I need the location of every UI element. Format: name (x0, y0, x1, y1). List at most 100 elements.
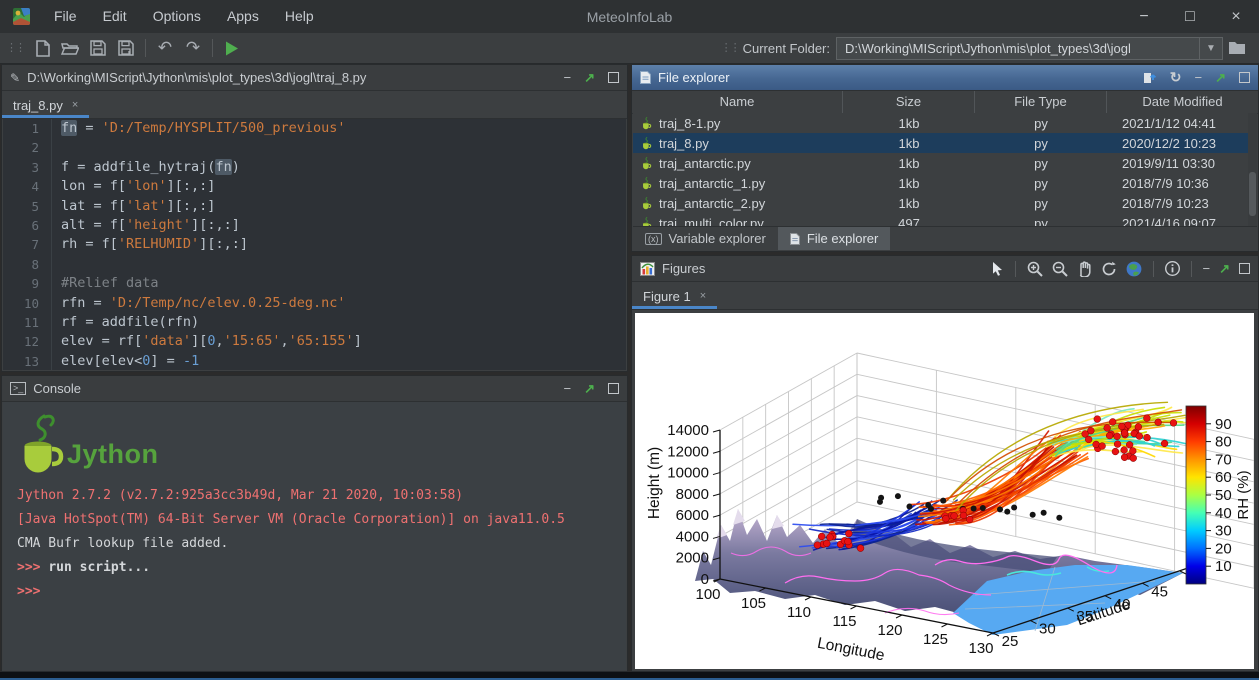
line-number: 6 (3, 216, 52, 235)
code-line[interactable]: 7rh = f['RELHUMID'][:,:] (3, 235, 626, 254)
figures-restore-icon[interactable]: ↗ (1219, 262, 1230, 275)
code-line[interactable]: 1fn = 'D:/Temp/HYSPLIT/500_previous' (3, 119, 626, 138)
zoom-out-icon[interactable] (1052, 261, 1068, 277)
code-line[interactable]: 8 (3, 255, 626, 274)
console-output[interactable]: Jython Jython 2.7.2 (v2.7.2:925a3cc3b49d… (3, 402, 626, 670)
main-toolbar: ⋮⋮ ↶ ↷ ⋮⋮ Current Folder: D:\Working\MIS… (0, 33, 1259, 64)
export-script-icon[interactable] (1143, 71, 1157, 85)
column-header-filetype[interactable]: File Type (974, 91, 1106, 113)
file-explorer-header: File explorer ↻ − ↗ (632, 65, 1258, 91)
code-line[interactable]: 3f = addfile_hytraj(fn) (3, 158, 626, 177)
rotate-icon[interactable] (1101, 261, 1117, 277)
window-minimize-button[interactable]: − (1121, 0, 1167, 33)
code-line[interactable]: 11rf = addfile(rfn) (3, 313, 626, 332)
panel-splitter[interactable] (628, 64, 631, 672)
code-line[interactable]: 10rfn = 'D:/Temp/nc/elev.0.25-deg.nc' (3, 294, 626, 313)
pan-hand-icon[interactable] (1077, 261, 1092, 277)
svg-text:RH (%): RH (%) (1235, 470, 1252, 519)
current-folder-path[interactable]: D:\Working\MIScript\Jython\mis\plot_type… (837, 41, 1199, 56)
line-number: 4 (3, 177, 52, 196)
svg-text:Longitude: Longitude (816, 635, 886, 665)
tab-variable-explorer[interactable]: (x) Variable explorer (633, 227, 778, 250)
undo-button[interactable]: ↶ (151, 35, 179, 61)
menu-options[interactable]: Options (140, 0, 214, 33)
svg-text:14000: 14000 (667, 422, 709, 439)
menu-apps[interactable]: Apps (214, 0, 272, 33)
editor-tab-label: traj_8.py (13, 98, 63, 113)
pointer-icon[interactable] (991, 261, 1004, 276)
menu-help[interactable]: Help (272, 0, 327, 33)
code-editor[interactable]: 1fn = 'D:/Temp/HYSPLIT/500_previous'23f … (3, 119, 626, 370)
svg-text:110: 110 (787, 604, 811, 621)
menu-edit[interactable]: Edit (90, 0, 140, 33)
console-panel: >_ Console − ↗ Jython Jython 2.7.2 (v2.7… (1, 375, 628, 672)
figure-1-tab[interactable]: Figure 1 × (632, 283, 717, 309)
code-line[interactable]: 2 (3, 138, 626, 157)
python-file-icon (640, 137, 653, 150)
column-header-size[interactable]: Size (842, 91, 974, 113)
current-folder-combobox[interactable]: D:\Working\MIScript\Jython\mis\plot_type… (836, 37, 1223, 60)
console-restore-icon[interactable]: ↗ (584, 382, 595, 395)
file-row[interactable]: traj_multi_color.py497py2021/4/16 09:07 (633, 213, 1257, 227)
file-row[interactable]: traj_8-1.py1kbpy2021/1/12 04:41 (633, 113, 1257, 133)
window-maximize-button[interactable]: □ (1167, 0, 1213, 33)
editor-maximize-icon[interactable] (608, 72, 619, 83)
file-table-scrollbar[interactable] (1248, 113, 1257, 227)
info-icon[interactable] (1165, 261, 1180, 276)
code-line[interactable]: 12elev = rf['data'][0,'15:65','65:155'] (3, 332, 626, 351)
column-header-name[interactable]: Name (632, 91, 842, 113)
run-script-button[interactable] (218, 35, 246, 61)
code-line[interactable]: 5lat = f['lat'][:,:] (3, 197, 626, 216)
file-table-body: traj_8-1.py1kbpy2021/1/12 04:41traj_8.py… (633, 113, 1257, 227)
file-row[interactable]: traj_8.py1kbpy2020/12/2 10:23 (633, 133, 1257, 153)
tab-close-icon[interactable]: × (700, 290, 706, 302)
folder-toolbar-drag-handle[interactable]: ⋮⋮ (721, 43, 739, 53)
tab-label: Variable explorer (669, 231, 766, 246)
file-explorer-minimize-icon[interactable]: − (1195, 71, 1203, 84)
svg-text:25: 25 (1002, 633, 1019, 650)
browse-folder-button[interactable] (1223, 35, 1251, 61)
zoom-in-icon[interactable] (1027, 261, 1043, 277)
code-line[interactable]: 9#Relief data (3, 274, 626, 293)
console-maximize-icon[interactable] (608, 383, 619, 394)
explorer-bottom-tabs: (x) Variable explorer File explorer (633, 226, 1257, 250)
figures-tab-bar: Figure 1 × (632, 282, 1258, 310)
figures-minimize-icon[interactable]: − (1203, 262, 1211, 275)
file-row[interactable]: traj_antarctic.py1kbpy2019/9/11 03:30 (633, 153, 1257, 173)
open-file-button[interactable] (56, 35, 84, 61)
line-number: 12 (3, 332, 52, 351)
variable-explorer-icon: (x) (645, 233, 662, 245)
figures-maximize-icon[interactable] (1239, 263, 1250, 274)
console-minimize-icon[interactable]: − (564, 382, 572, 395)
editor-tab-traj8[interactable]: traj_8.py × (2, 92, 89, 118)
redo-button[interactable]: ↷ (179, 35, 207, 61)
figure-canvas[interactable]: 0200040006000800010000120001400010010511… (635, 313, 1254, 669)
file-row[interactable]: traj_antarctic_1.py1kbpy2018/7/9 10:36 (633, 173, 1257, 193)
python-file-icon (640, 177, 653, 190)
editor-minimize-icon[interactable]: − (564, 71, 572, 84)
title-bar: File Edit Options Apps Help MeteoInfoLab… (0, 0, 1259, 33)
tab-close-icon[interactable]: × (72, 99, 78, 111)
code-line[interactable]: 4lon = f['lon'][:,:] (3, 177, 626, 196)
column-header-datemodified[interactable]: Date Modified (1106, 91, 1258, 113)
line-number: 8 (3, 255, 52, 274)
chart-icon (640, 262, 655, 276)
window-close-button[interactable]: × (1213, 0, 1259, 33)
save-as-button[interactable] (112, 35, 140, 61)
editor-panel: ✎ D:\Working\MIScript\Jython\mis\plot_ty… (1, 64, 628, 372)
file-explorer-restore-icon[interactable]: ↗ (1215, 71, 1226, 84)
toolbar-drag-handle[interactable]: ⋮⋮ (6, 43, 24, 53)
editor-restore-icon[interactable]: ↗ (584, 71, 595, 84)
refresh-icon[interactable]: ↻ (1170, 69, 1182, 86)
code-line[interactable]: 13elev[elev<0] = -1 (3, 352, 626, 370)
globe-icon[interactable] (1126, 261, 1142, 277)
file-explorer-maximize-icon[interactable] (1239, 72, 1250, 83)
scrollbar-thumb[interactable] (1249, 172, 1256, 216)
save-button[interactable] (84, 35, 112, 61)
chevron-down-icon[interactable]: ▼ (1199, 38, 1222, 59)
code-line[interactable]: 6alt = f['height'][:,:] (3, 216, 626, 235)
tab-file-explorer[interactable]: File explorer (778, 227, 891, 250)
menu-file[interactable]: File (41, 0, 90, 33)
new-script-button[interactable] (28, 35, 56, 61)
file-row[interactable]: traj_antarctic_2.py1kbpy2018/7/9 10:23 (633, 193, 1257, 213)
